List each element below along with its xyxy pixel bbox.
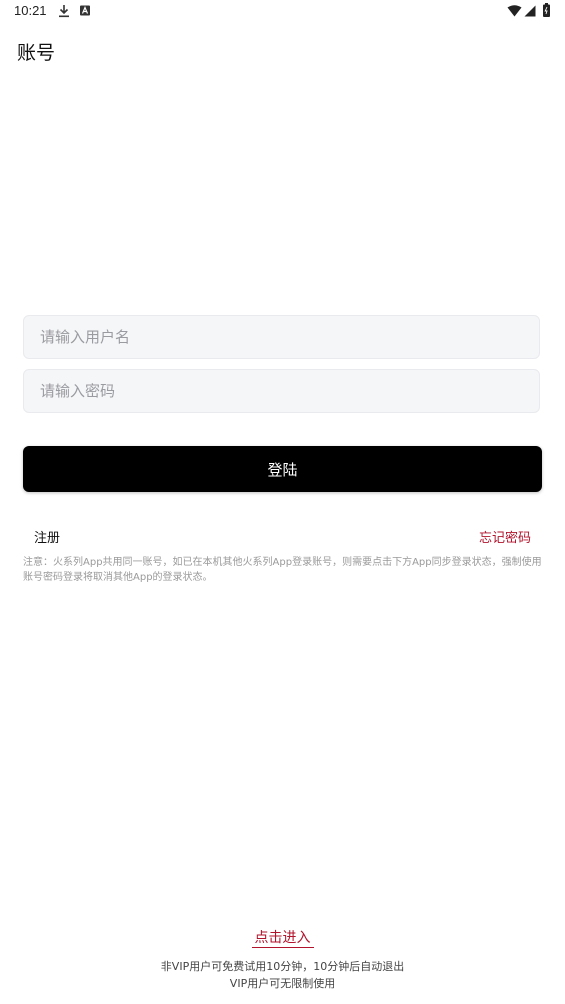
enter-link-row: 点击进入 xyxy=(0,927,565,948)
forgot-password-link[interactable]: 忘记密码 xyxy=(479,527,531,546)
trial-info: 非VIP用户可免费试用10分钟，10分钟后自动退出 xyxy=(160,960,405,973)
a-notification-icon xyxy=(80,5,90,16)
wifi-icon xyxy=(507,5,522,17)
username-field xyxy=(23,315,540,359)
download-icon xyxy=(59,5,69,18)
battery-icon xyxy=(543,3,550,17)
login-button[interactable]: 登陆 xyxy=(23,446,542,492)
enter-link[interactable]: 点击进入 xyxy=(251,930,314,948)
password-field xyxy=(23,369,540,413)
page-title: 账号 xyxy=(17,42,56,64)
login-notice: 注意：火系列App共用同一账号，如已在本机其他火系列App登录账号，则需要点击下… xyxy=(23,557,542,583)
status-bar: 10:21 xyxy=(0,0,565,24)
vip-info: VIP用户可无限制使用 xyxy=(229,977,336,990)
username-input[interactable] xyxy=(24,316,539,358)
register-link[interactable]: 注册 xyxy=(34,527,60,546)
status-time: 10:21 xyxy=(14,3,47,18)
password-input[interactable] xyxy=(24,370,539,412)
signal-icon xyxy=(524,5,536,17)
